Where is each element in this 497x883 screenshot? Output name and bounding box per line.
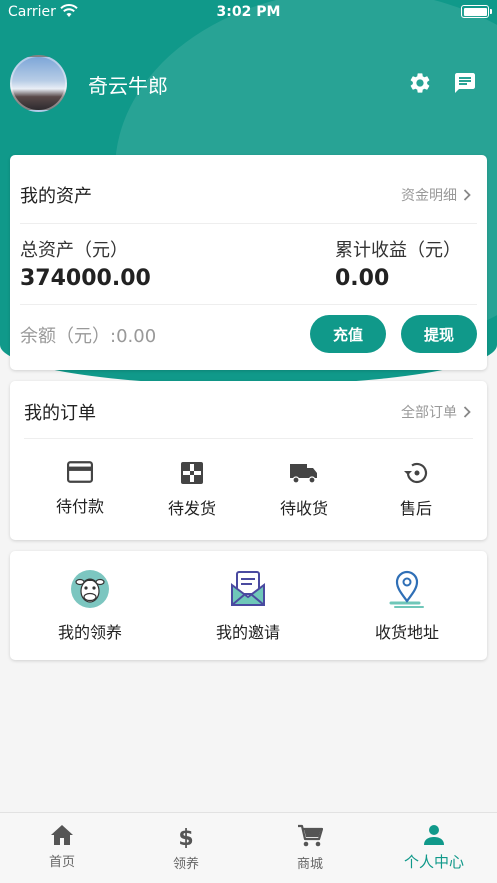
tab-label: 首页 <box>48 855 75 870</box>
cumulative-income-value: 0.00 <box>335 266 390 291</box>
shipping-address[interactable]: 收货地址 <box>352 569 462 643</box>
order-item-label: 待发货 <box>167 499 216 518</box>
order-pending-receipt[interactable]: 待收货 <box>249 461 359 519</box>
order-item-label: 待付款 <box>55 497 104 516</box>
tab-adopt[interactable]: $ 领养 <box>124 813 248 883</box>
order-item-label: 待收货 <box>279 499 328 518</box>
credit-card-icon <box>67 461 93 483</box>
assets-title: 我的资产 <box>20 186 92 207</box>
order-pending-payment[interactable]: 待付款 <box>25 461 135 517</box>
fund-details-label: 资金明细 <box>401 188 457 204</box>
service-item-label: 收货地址 <box>374 623 439 642</box>
service-item-label: 我的邀请 <box>215 623 280 642</box>
truck-icon <box>290 464 317 484</box>
divider <box>20 304 477 305</box>
cumulative-income-label: 累计收益（元） <box>335 240 461 261</box>
recharge-button[interactable]: 充值 <box>310 315 386 353</box>
all-orders-link[interactable]: 全部订单 <box>401 402 471 422</box>
tab-mall[interactable]: 商城 <box>248 813 372 883</box>
chevron-right-icon <box>463 189 471 201</box>
after-sale-icon <box>404 462 428 484</box>
package-icon <box>181 462 203 484</box>
order-item-label: 售后 <box>399 499 432 518</box>
invite-mail-icon <box>231 571 265 606</box>
cow-icon <box>71 570 109 608</box>
tab-home[interactable]: 首页 <box>0 813 124 883</box>
tab-label: 个人中心 <box>403 853 464 871</box>
order-pending-shipment[interactable]: 待发货 <box>137 461 247 519</box>
total-assets-value: 374000.00 <box>20 266 151 291</box>
status-time: 3:02 PM <box>216 4 281 20</box>
order-after-sales[interactable]: 售后 <box>361 461 471 519</box>
username: 奇云牛郎 <box>88 74 168 98</box>
person-icon <box>424 825 444 845</box>
tab-profile[interactable]: 个人中心 <box>372 813 496 883</box>
avatar[interactable] <box>10 55 67 112</box>
assets-card: 我的资产 资金明细 总资产（元） 374000.00 累计收益（元） 0.00 … <box>10 155 487 370</box>
orders-card: 我的订单 全部订单 待付款 待发货 待收货 售后 <box>10 381 487 540</box>
cart-icon <box>298 824 323 847</box>
my-invitation[interactable]: 我的邀请 <box>193 569 303 643</box>
divider <box>24 438 473 439</box>
divider <box>20 223 477 224</box>
battery-icon <box>461 5 492 18</box>
home-icon <box>51 825 73 845</box>
svg-text:$: $ <box>178 826 193 848</box>
total-assets-label: 总资产（元） <box>20 240 128 261</box>
tab-label: 领养 <box>172 857 199 872</box>
gear-icon[interactable] <box>408 71 432 95</box>
balance-text: 余额（元）:0.00 <box>20 326 157 347</box>
service-item-label: 我的领养 <box>57 623 122 642</box>
message-icon[interactable] <box>453 71 477 95</box>
tab-bar: 首页 $ 领养 商城 个人中心 <box>0 812 497 883</box>
dollar-icon: $ <box>178 826 193 848</box>
status-bar: Carrier 3:02 PM <box>0 0 497 26</box>
withdraw-button[interactable]: 提现 <box>401 315 477 353</box>
services-card: 我的领养 我的邀请 收货地址 <box>10 551 487 660</box>
chevron-right-icon <box>463 406 471 418</box>
tab-label: 商城 <box>296 857 323 872</box>
all-orders-label: 全部订单 <box>401 405 457 421</box>
location-pin-icon <box>389 570 424 608</box>
orders-title: 我的订单 <box>24 403 96 424</box>
fund-details-link[interactable]: 资金明细 <box>401 185 471 205</box>
my-adoption[interactable]: 我的领养 <box>35 569 145 643</box>
